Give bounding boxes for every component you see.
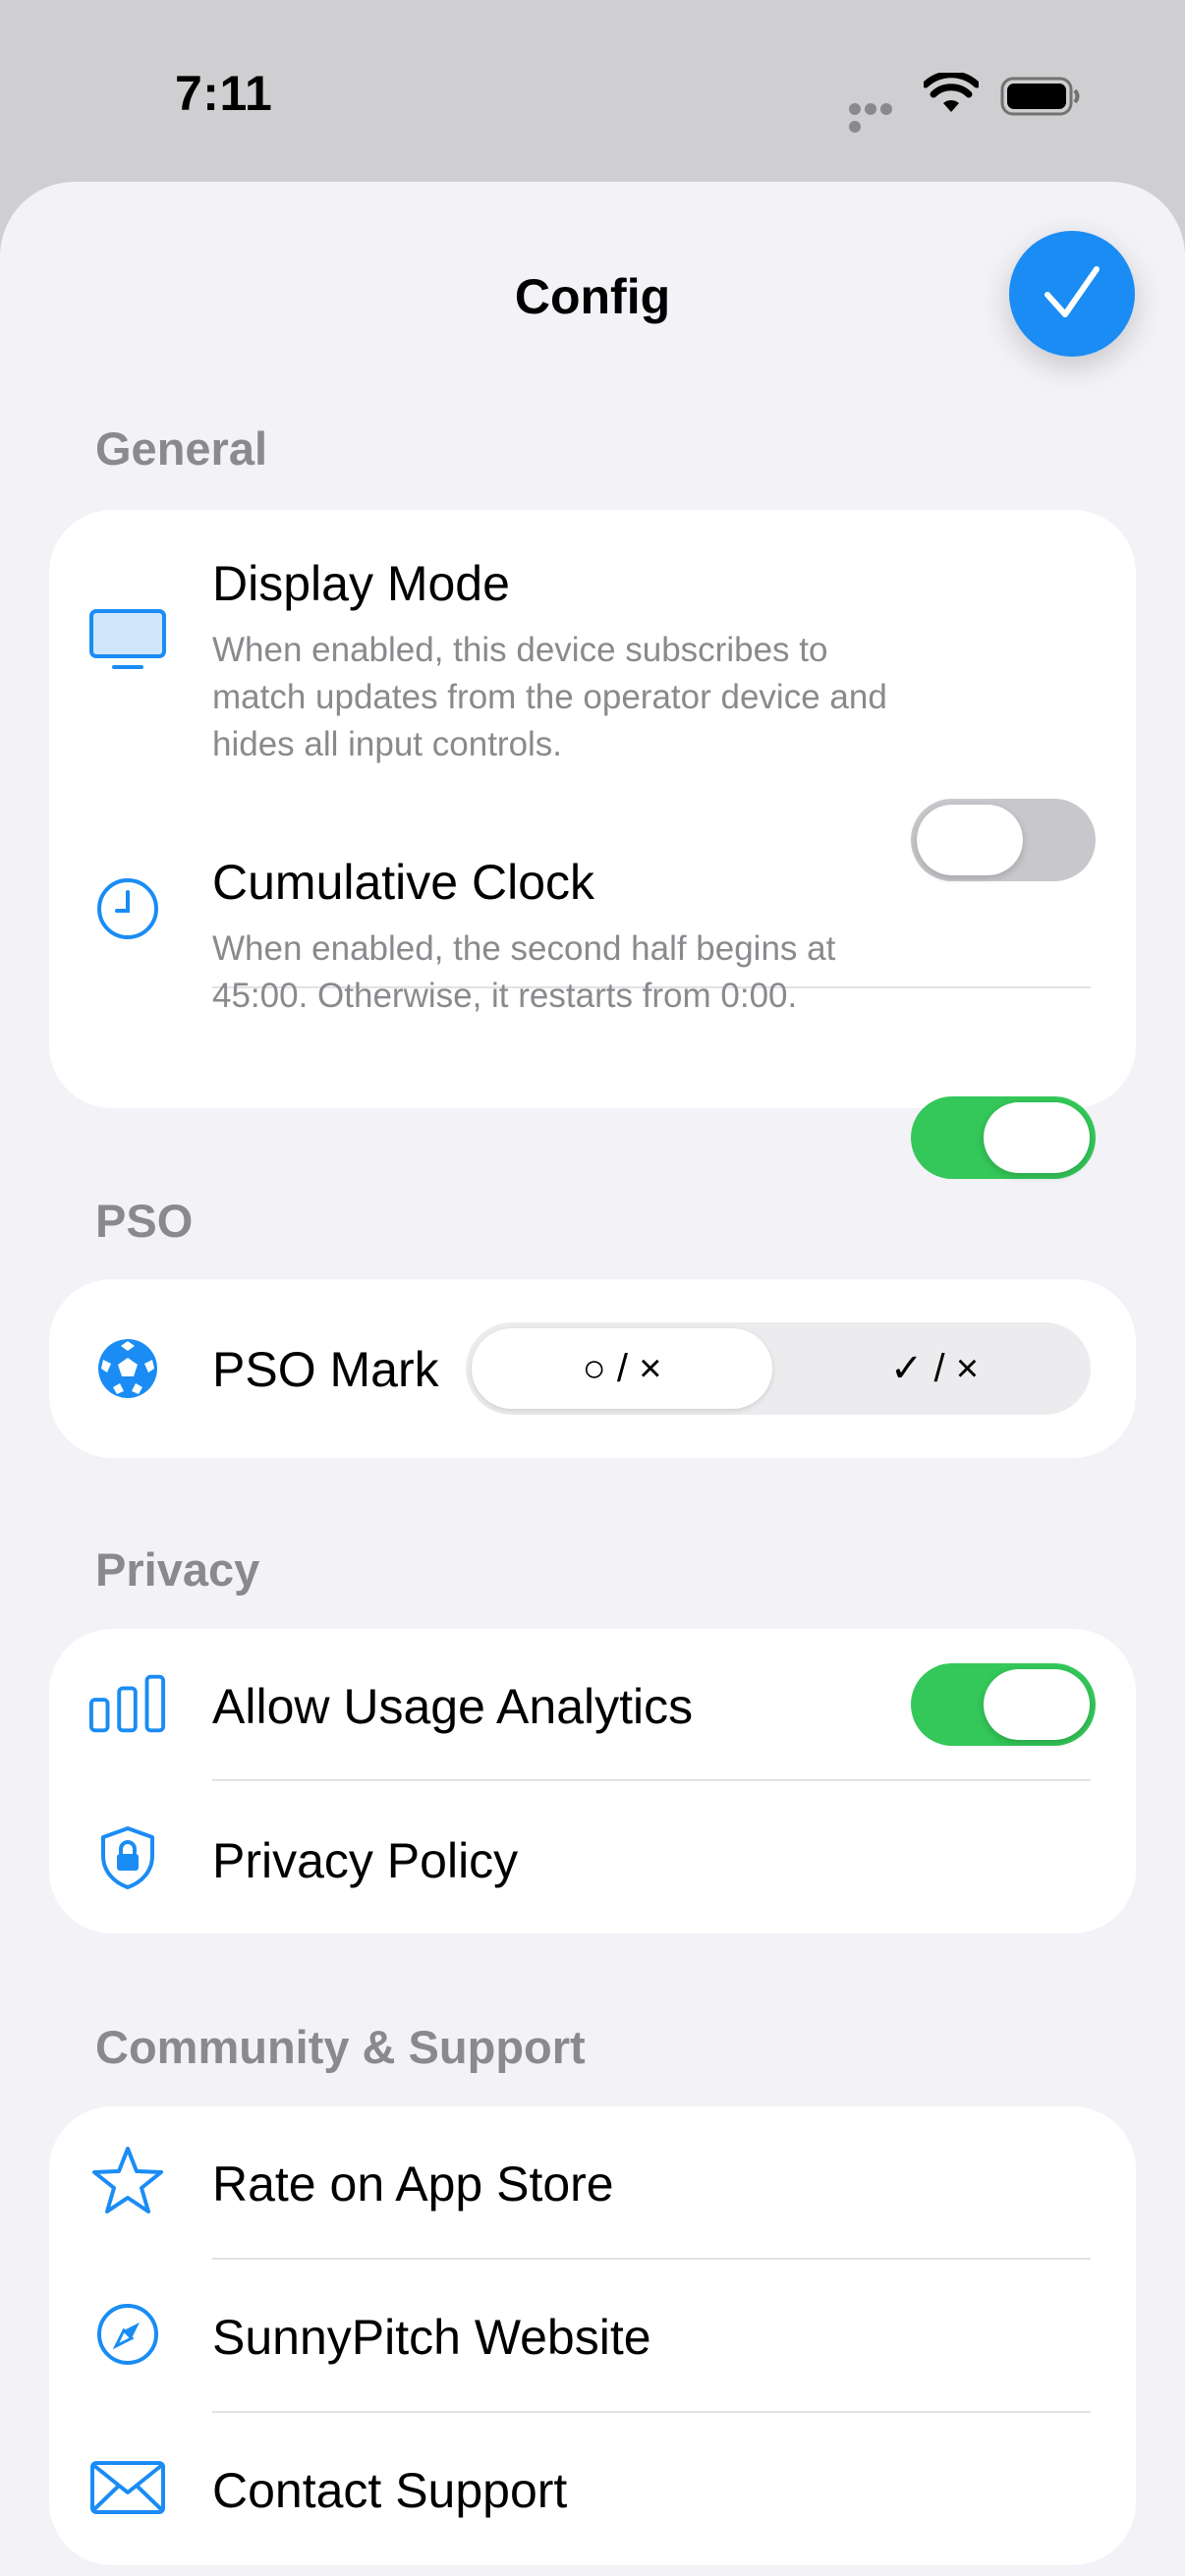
star-icon xyxy=(88,2143,167,2217)
website-title: SunnyPitch Website xyxy=(212,2310,651,2365)
analytics-toggle[interactable] xyxy=(911,1663,1096,1746)
section-header-general: General xyxy=(95,422,268,475)
rate-app-store-row[interactable]: Rate on App Store xyxy=(49,2106,1136,2259)
cumulative-clock-description: When enabled, the second half begins at … xyxy=(212,929,836,1015)
cumulative-clock-toggle[interactable] xyxy=(911,1096,1096,1179)
general-card-row-2: Cumulative Clock When enabled, the secon… xyxy=(49,510,1136,1179)
checkmark-icon xyxy=(1044,266,1100,317)
rate-app-store-title: Rate on App Store xyxy=(212,2156,614,2212)
envelope-icon xyxy=(88,2450,167,2525)
contact-support-row[interactable]: Contact Support xyxy=(49,2413,1136,2565)
battery-icon xyxy=(1000,77,1080,116)
privacy-card: Allow Usage Analytics Privacy Policy xyxy=(49,1629,1136,1933)
status-bar: 7:11 xyxy=(0,0,1185,182)
compass-icon xyxy=(88,2297,167,2372)
cumulative-clock-title: Cumulative Clock xyxy=(212,855,595,910)
chart-bars-icon xyxy=(88,1666,167,1741)
privacy-policy-title: Privacy Policy xyxy=(212,1833,519,1888)
soccer-ball-icon xyxy=(88,1331,167,1406)
page-title: Config xyxy=(514,269,671,324)
config-sheet: Config General Display Mode When enabled… xyxy=(0,182,1185,2576)
section-header-pso: PSO xyxy=(95,1195,194,1247)
pso-mark-segmented-control: ○ / × ✓ / × xyxy=(466,1322,1091,1415)
contact-support-title: Contact Support xyxy=(212,2463,568,2518)
cellular-dots-icon xyxy=(849,102,908,133)
clock-icon xyxy=(88,871,167,946)
pso-mark-option-check-cross[interactable]: ✓ / × xyxy=(784,1328,1085,1409)
wifi-icon xyxy=(924,73,979,112)
community-card: Rate on App Store SunnyPitch Website Con… xyxy=(49,2106,1136,2565)
divider xyxy=(212,1779,1091,1781)
pso-mark-title: PSO Mark xyxy=(212,1342,439,1397)
section-header-community: Community & Support xyxy=(95,2021,586,2073)
done-button[interactable] xyxy=(1009,231,1135,357)
privacy-policy-row[interactable]: Privacy Policy xyxy=(49,1783,1136,1935)
shield-lock-icon xyxy=(88,1820,167,1895)
section-header-privacy: Privacy xyxy=(95,1543,260,1596)
analytics-title: Allow Usage Analytics xyxy=(212,1679,694,1734)
pso-mark-option-circle-cross[interactable]: ○ / × xyxy=(472,1328,772,1409)
status-time: 7:11 xyxy=(175,66,273,121)
website-row[interactable]: SunnyPitch Website xyxy=(49,2260,1136,2412)
pso-card: PSO Mark ○ / × ✓ / × xyxy=(49,1279,1136,1458)
